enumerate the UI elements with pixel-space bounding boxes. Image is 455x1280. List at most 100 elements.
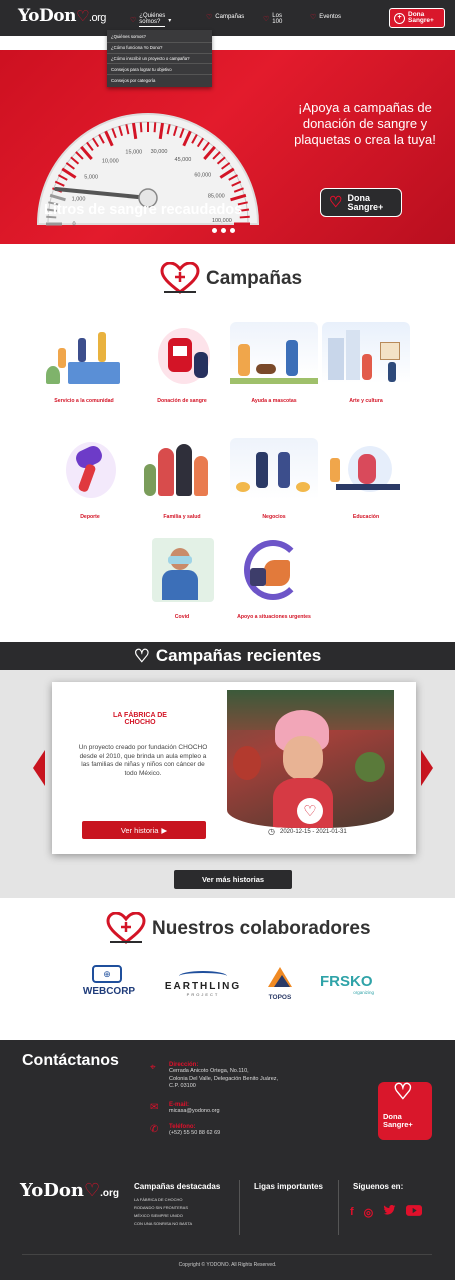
nav-item-quienes-somos[interactable]: ♡ ¿Quiénes somos? ▾	[130, 13, 171, 27]
play-arrow-icon: ▶	[161, 825, 168, 835]
top-navbar: YoDon♡.org ♡ ¿Quiénes somos? ▾ ♡ Campañas ♡…	[0, 0, 455, 36]
nav-item-campanas[interactable]: ♡ Campañas	[206, 13, 244, 21]
gauge-tick-label: 100,000	[212, 218, 232, 224]
gauge-tick-label: 85,000	[208, 194, 225, 200]
story-photo: ♡	[227, 690, 394, 828]
social-links: f ◎	[350, 1204, 423, 1219]
carousel-next-arrow-icon[interactable]	[421, 750, 433, 786]
collaborators-heading: Nuestros colaboradores	[106, 912, 371, 946]
dropdown-item[interactable]: ¿Quiénes somos?	[107, 32, 212, 43]
gauge-tick	[139, 122, 143, 133]
email-link[interactable]: micasa@yodono.org	[169, 1108, 220, 1116]
facebook-icon[interactable]: f	[350, 1206, 354, 1218]
heart-plus-icon	[160, 262, 200, 294]
carousel-dot[interactable]	[221, 228, 226, 233]
dona-sangre-footer-button[interactable]: ♡ Dona Sangre+	[378, 1079, 432, 1140]
heart-nav-icon: ♡	[310, 14, 317, 21]
youtube-icon[interactable]	[406, 1205, 423, 1219]
category-educacion[interactable]: Educación	[322, 438, 410, 520]
follow-us-column: Síguenos en:	[353, 1182, 404, 1191]
featured-link[interactable]: RODANDO SIN FRONTERAS	[134, 1205, 220, 1210]
clock-icon: ◷	[268, 827, 275, 836]
heart-logo-icon: ♡	[84, 1180, 101, 1201]
category-deporte[interactable]: Deporte	[46, 438, 134, 520]
dropdown-item[interactable]: Consejos para lograr tu objetivo	[107, 64, 212, 76]
carousel-prev-arrow-icon[interactable]	[33, 750, 45, 786]
ver-historia-button[interactable]: Ver historia ▶	[82, 821, 206, 839]
gauge-tick-label: 30,000	[151, 149, 168, 155]
category-familia-salud[interactable]: Familia y salud	[138, 438, 226, 520]
nav-item-eventos[interactable]: ♡ Eventos	[310, 13, 341, 21]
gauge-tick-label: 0	[72, 221, 75, 226]
contact-title: Contáctanos	[22, 1052, 119, 1069]
collaborator-earthling-logo[interactable]: EARTHLING PROJECT	[164, 965, 242, 1005]
mail-icon: ✉	[150, 1102, 159, 1113]
campaigns-heading: Campañas	[160, 262, 302, 296]
carousel-dot[interactable]	[230, 228, 235, 233]
featured-link[interactable]: LA FÁBRICA DE CHOCHO	[134, 1197, 220, 1202]
map-icon: ⌖	[150, 1062, 156, 1073]
chevron-down-icon: ▾	[168, 17, 172, 24]
globe-icon: ⊕	[92, 965, 122, 983]
hero-title: Litros de sangre recaudados	[44, 202, 243, 218]
heart-icon[interactable]: ♡	[297, 798, 323, 824]
story-dates: ◷ 2020-12-15 - 2021-01-31	[268, 827, 347, 836]
important-links-column: Ligas importantes	[254, 1182, 323, 1191]
instagram-icon[interactable]: ◎	[364, 1206, 374, 1219]
category-donacion-sangre[interactable]: Donación de sangre	[138, 322, 226, 404]
category-arte-cultura[interactable]: Arte y cultura	[322, 322, 410, 404]
contact-address: ⌖ Dirección: Cerrada Anicoto Ortega, No.…	[150, 1062, 279, 1089]
heart-plus-icon: ♡	[393, 1079, 413, 1104]
heart-icon: ♡	[133, 645, 150, 666]
phone-icon: ✆	[150, 1124, 159, 1135]
heart-plus-icon: ♡	[329, 194, 343, 211]
gauge-tick	[153, 122, 157, 133]
site-logo[interactable]: YoDon♡.org	[18, 6, 106, 26]
category-apoyo-urgentes[interactable]: Apoyo a situaciones urgentes	[230, 538, 318, 620]
heart-plus-icon: +	[394, 12, 405, 24]
category-ayuda-mascotas[interactable]: Ayuda a mascotas	[230, 322, 318, 404]
dona-sangre-nav-button[interactable]: + Dona Sangre+	[389, 8, 445, 28]
collaborator-topos-logo[interactable]: TOPOS	[264, 965, 296, 1005]
collaborator-frsko-logo[interactable]: FRSKO organizing	[320, 965, 380, 1005]
dropdown-item[interactable]: ¿Cómo funciona Yo Dono?	[107, 43, 212, 54]
category-negocios[interactable]: Negocios	[230, 438, 318, 520]
mountain-icon	[268, 967, 292, 987]
featured-link[interactable]: MÉXICO SIEMPRE UNIDO	[134, 1213, 220, 1218]
gauge-tick-label: 15,000	[125, 149, 142, 155]
hero-banner: 0 1,000 5,000 10,000 15,000 30,000 45,000 60,00…	[0, 36, 455, 244]
dona-sangre-hero-button[interactable]: ♡ Dona Sangre+	[320, 188, 402, 217]
carousel-dot[interactable]	[212, 228, 217, 233]
heart-plus-icon	[106, 912, 146, 944]
heart-logo-icon: ♡	[75, 7, 89, 25]
recent-campaigns-heading: ♡ Campañas recientes	[0, 642, 455, 670]
quienes-somos-dropdown: ¿Quiénes somos? ¿Cómo funciona Yo Dono? …	[107, 30, 212, 87]
heart-nav-icon: ♡	[206, 14, 213, 21]
collaborator-webcorp-logo[interactable]: ⊕ WEBCORP	[80, 965, 138, 1005]
contact-email: ✉ E-mail: micasa@yodono.org	[150, 1102, 220, 1116]
gauge-tick-label: 10,000	[102, 158, 119, 164]
category-covid[interactable]: Covid	[138, 538, 226, 620]
featured-link[interactable]: CON UNA SONRISA NO BASTA	[134, 1221, 220, 1226]
featured-campaigns-column: Campañas destacadas LA FÁBRICA DE CHOCHO…	[134, 1182, 221, 1226]
copyright: Copyright © YODONO. All Rights Reserved.	[178, 1262, 277, 1268]
category-servicio-comunidad[interactable]: Servicio a la comunidad	[40, 322, 128, 404]
story-description: Un proyecto creado por fundación CHOCHO …	[78, 744, 208, 777]
footer-logo[interactable]: YoDon♡.org	[20, 1180, 119, 1201]
story-card: LA FÁBRICA DE CHOCHO Un proyecto creado …	[52, 682, 416, 854]
gauge-tick-label: 45,000	[175, 157, 192, 163]
dropdown-item[interactable]: Consejos por categoría	[107, 75, 212, 85]
footer: Contáctanos ⌖ Dirección: Cerrada Anicoto…	[0, 1040, 455, 1280]
carousel-dots	[212, 228, 235, 233]
dropdown-item[interactable]: ¿Cómo inscribir un proyecto o campaña?	[107, 54, 212, 65]
hero-tagline: ¡Apoya a campañas de donación de sangre …	[294, 100, 436, 147]
contact-phone: ✆ Teléfono: (+52) 55 50 88 62 69	[150, 1124, 221, 1136]
story-title: LA FÁBRICA DE CHOCHO	[113, 712, 167, 726]
ver-mas-historias-button[interactable]: Ver más historias	[174, 870, 292, 889]
heart-nav-icon: ♡	[263, 16, 270, 23]
gauge-tick-label: 5,000	[84, 175, 98, 181]
nav-item-los-100[interactable]: ♡ Los 100	[263, 13, 282, 25]
twitter-icon[interactable]	[383, 1204, 396, 1219]
heart-nav-icon: ♡	[130, 17, 137, 24]
gauge-tick-label: 60,000	[194, 172, 211, 178]
